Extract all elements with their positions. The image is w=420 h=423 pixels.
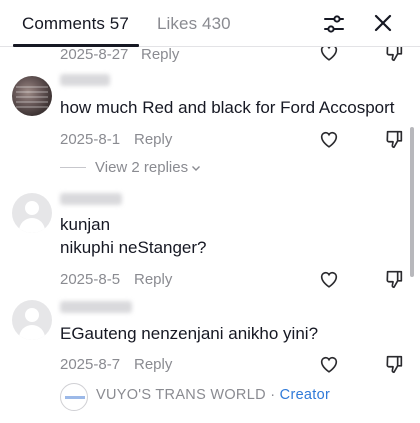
thumbs-down-outline-icon[interactable] <box>383 268 405 290</box>
thumbs-down-outline-icon[interactable] <box>383 128 405 150</box>
comment-date: 2025-8-27 <box>60 47 129 63</box>
creator-badge: Creator <box>279 387 331 403</box>
separator-dot: · <box>270 387 276 403</box>
creator-name[interactable]: VUYO'S TRANS WORLD <box>96 387 266 403</box>
heart-outline-icon[interactable] <box>318 268 340 290</box>
thumbs-down-outline-icon[interactable] <box>383 353 405 375</box>
divider-line <box>60 167 86 168</box>
sliders-icon <box>324 15 344 33</box>
comment-date: 2025-8-5 <box>60 271 121 288</box>
comment-list[interactable]: 2025-8-27 Reply how much Red and black f… <box>0 47 420 423</box>
comment-text-line: kunjan <box>60 215 111 234</box>
tab-likes[interactable]: Likes 430 <box>157 14 231 34</box>
comment-text-line: nikuphi neStanger? <box>60 238 207 257</box>
reply-button[interactable]: Reply <box>141 47 179 63</box>
view-replies-button[interactable]: View 2 replies <box>60 159 202 176</box>
chevron-down-icon <box>192 165 201 171</box>
comments-header: Comments 57 Likes 430 <box>0 0 420 47</box>
comment-date: 2025-8-1 <box>60 131 121 148</box>
heart-outline-icon[interactable] <box>318 47 340 63</box>
username-blurred[interactable] <box>60 301 132 313</box>
reply-button[interactable]: Reply <box>134 131 172 148</box>
comment-text: how much Red and black for Ford Accospor… <box>60 98 395 117</box>
close-button[interactable] <box>372 12 394 34</box>
active-tab-indicator <box>13 44 139 47</box>
comment-text: EGauteng nenzenjani anikho yini? <box>60 324 319 343</box>
scrollbar[interactable] <box>410 127 414 277</box>
avatar[interactable] <box>12 193 52 233</box>
filter-button[interactable] <box>322 12 346 36</box>
reply-button[interactable]: Reply <box>134 356 172 373</box>
tab-comments[interactable]: Comments 57 <box>22 14 129 34</box>
avatar[interactable] <box>12 300 52 340</box>
comment-date: 2025-8-7 <box>60 356 121 373</box>
heart-outline-icon[interactable] <box>318 353 340 375</box>
username-blurred[interactable] <box>60 193 122 205</box>
creator-reply-header: VUYO'S TRANS WORLD · Creator <box>96 387 330 403</box>
thumbs-down-outline-icon[interactable] <box>383 47 405 63</box>
reply-button[interactable]: Reply <box>134 271 172 288</box>
avatar[interactable] <box>12 76 52 116</box>
close-icon <box>374 14 392 32</box>
username-blurred[interactable] <box>60 74 110 86</box>
creator-avatar[interactable] <box>60 383 88 411</box>
heart-outline-icon[interactable] <box>318 128 340 150</box>
view-replies-label: View 2 replies <box>95 159 189 176</box>
